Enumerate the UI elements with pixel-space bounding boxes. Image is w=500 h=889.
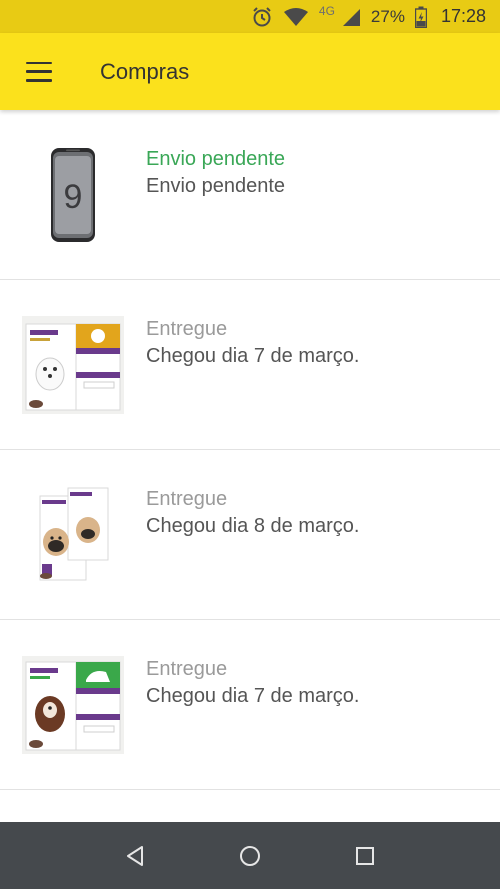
system-nav-bar xyxy=(0,822,500,889)
purchase-item[interactable]: 9 Envio pendente Envio pendente xyxy=(0,110,500,280)
purchase-status: Entregue xyxy=(146,488,228,510)
product-thumbnail-smartphone: 9 xyxy=(22,146,124,244)
hamburger-menu-icon[interactable] xyxy=(26,61,52,82)
battery-percentage: 27% xyxy=(370,6,405,26)
purchase-detail: Envio pendente xyxy=(146,175,286,197)
alarm-icon xyxy=(251,6,273,28)
purchase-status: Entregue xyxy=(146,318,228,340)
purchase-detail: Chegou dia 8 de março. xyxy=(146,515,360,537)
purchase-status: Envio pendente xyxy=(146,148,286,170)
page-title: Compras xyxy=(100,58,190,84)
back-icon[interactable] xyxy=(120,841,150,871)
product-thumbnail-pet-medicine xyxy=(22,316,124,414)
status-bar: 4G 27% 17:28 xyxy=(0,0,500,33)
purchases-list: 9 Envio pendente Envio pendente Entregue… xyxy=(0,110,500,790)
network-type-label: 4G xyxy=(318,3,335,18)
purchase-item[interactable]: Entregue Chegou dia 8 de março. xyxy=(0,450,500,620)
purchase-status: Entregue xyxy=(146,658,228,680)
home-icon[interactable] xyxy=(235,841,265,871)
purchase-detail: Chegou dia 7 de março. xyxy=(146,345,360,367)
battery-charging-icon xyxy=(414,6,427,28)
wifi-icon xyxy=(283,7,309,27)
purchase-item[interactable]: Entregue Chegou dia 7 de março. xyxy=(0,280,500,450)
app-bar: Compras xyxy=(0,33,500,110)
purchase-item[interactable]: Entregue Chegou dia 7 de março. xyxy=(0,620,500,790)
recents-icon[interactable] xyxy=(350,841,380,871)
product-thumbnail-pet-medicine xyxy=(22,486,124,584)
svg-text:9: 9 xyxy=(64,178,83,216)
clock: 17:28 xyxy=(440,6,486,26)
signal-icon xyxy=(341,7,361,27)
purchase-detail: Chegou dia 7 de março. xyxy=(146,685,360,707)
product-thumbnail-pet-medicine xyxy=(22,656,124,754)
